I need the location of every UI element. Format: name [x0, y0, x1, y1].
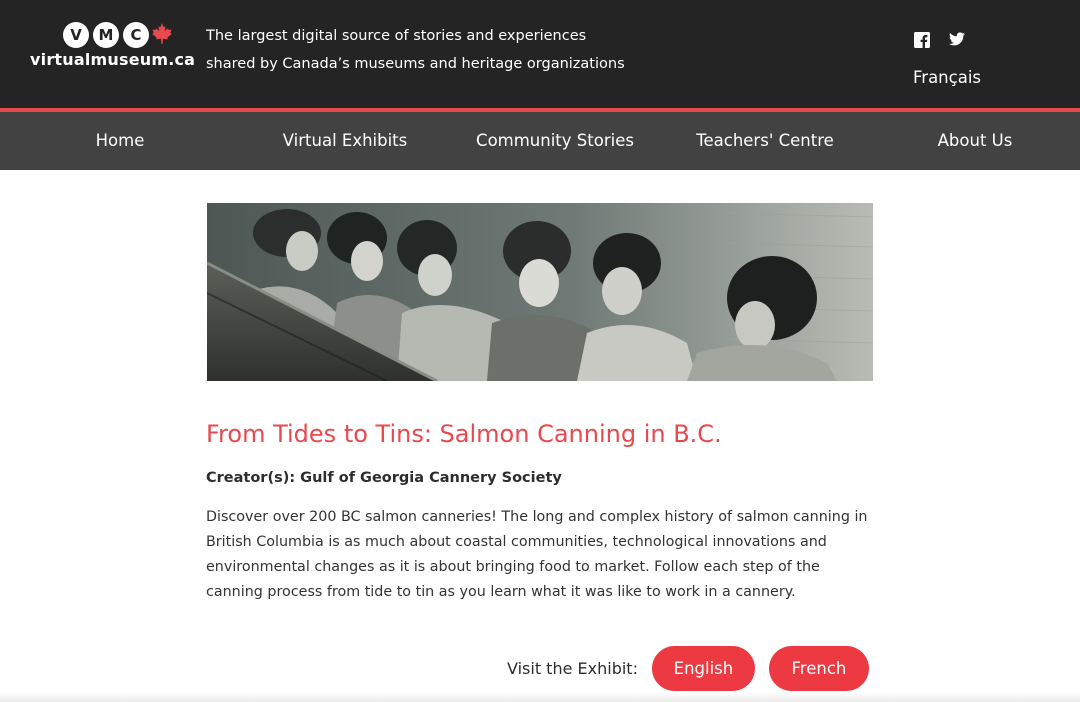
page-bottom-fade [0, 692, 1080, 702]
facebook-icon[interactable] [914, 32, 930, 48]
site-tagline: The largest digital source of stories an… [206, 22, 636, 78]
nav-item-virtual-exhibits[interactable]: Virtual Exhibits [240, 112, 450, 170]
nav-item-home[interactable]: Home [0, 112, 240, 170]
language-toggle-link[interactable]: Français [913, 68, 981, 87]
nav-item-community-stories[interactable]: Community Stories [450, 112, 660, 170]
logo-wordmark: virtualmuseum.ca [30, 50, 196, 69]
maple-leaf-icon [152, 23, 172, 44]
nav-item-teachers-centre[interactable]: Teachers' Centre [660, 112, 870, 170]
site-header: V M C virtualmuseum.ca The largest digit… [0, 0, 1080, 108]
exhibit-title: From Tides to Tins: Salmon Canning in B.… [206, 420, 722, 448]
visit-french-button[interactable]: French [768, 646, 869, 691]
tagline-line-1: The largest digital source of stories an… [206, 28, 587, 44]
tagline-line-2: shared by Canada’s museums and heritage … [206, 56, 625, 72]
visit-exhibit-label: Visit the Exhibit: [507, 659, 638, 678]
exhibit-description: Discover over 200 BC salmon canneries! T… [206, 509, 868, 600]
nav-item-about-us[interactable]: About Us [870, 112, 1080, 170]
vmc-logo-mark: V M C [63, 22, 149, 48]
logo-letter-c: C [123, 22, 149, 48]
exhibit-hero-image [207, 203, 873, 381]
social-links [914, 32, 965, 48]
visit-exhibit-row: Visit the Exhibit: English French [507, 646, 869, 691]
twitter-icon[interactable] [949, 32, 965, 46]
logo-letter-m: M [93, 22, 119, 48]
exhibit-creator: Creator(s): Gulf of Georgia Cannery Soci… [206, 470, 562, 486]
logo-letter-v: V [63, 22, 89, 48]
visit-english-button[interactable]: English [651, 646, 755, 691]
site-logo[interactable]: V M C virtualmuseum.ca [30, 20, 195, 70]
cannery-workers-photo [207, 203, 873, 381]
main-navigation: Home Virtual Exhibits Community Stories … [0, 112, 1080, 170]
